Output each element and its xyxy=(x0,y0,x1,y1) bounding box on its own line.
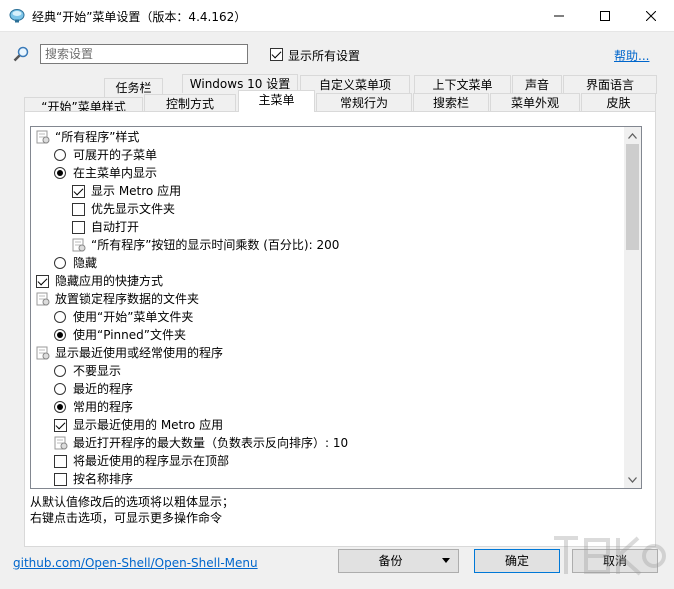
radio-button[interactable] xyxy=(54,311,66,323)
dropdown-arrow-icon[interactable] xyxy=(442,558,450,563)
tree-row-label: 最近打开程序的最大数量（负数表示反向排序）: 10 xyxy=(73,436,349,450)
tree-row-label: 不要显示 xyxy=(73,364,122,378)
tree-row-label: 隐藏 xyxy=(73,256,98,270)
tree-row-label: 可展开的子菜单 xyxy=(73,148,158,162)
settings-page-icon xyxy=(72,238,86,252)
tree-row-label: “所有程序”样式 xyxy=(55,130,140,144)
tab-tabs_row1-5[interactable]: 声音 xyxy=(512,75,562,94)
hint-bold-modified: 从默认值修改后的选项将以粗体显示； xyxy=(30,495,235,509)
radio-button[interactable] xyxy=(54,401,66,413)
tree-row-label: 显示 Metro 应用 xyxy=(91,184,182,198)
tab-tabs_row2-6[interactable]: 皮肤 xyxy=(581,93,656,112)
tab-tabs_row1-6[interactable]: 界面语言 xyxy=(563,75,657,94)
close-icon xyxy=(646,10,656,21)
close-button[interactable] xyxy=(628,0,674,31)
chevron-down-icon xyxy=(628,476,637,483)
vertical-scrollbar[interactable] xyxy=(624,127,641,488)
watermark-logo-icon xyxy=(554,536,666,576)
tree-row-label: 隐藏应用的快捷方式 xyxy=(55,274,164,288)
tab-tabs_row2-3[interactable]: 常规行为 xyxy=(316,93,412,112)
tree-row-label: 使用“Pinned”文件夹 xyxy=(73,328,186,342)
checkbox[interactable] xyxy=(54,473,67,486)
show-all-settings-label: 显示所有设置 xyxy=(288,49,361,63)
tab-tabs_row1-3[interactable]: 自定义菜单项 xyxy=(300,75,410,94)
tree-row-label: 在主菜单内显示 xyxy=(73,166,158,180)
title-bar: 经典“开始”菜单设置（版本：4.4.162） xyxy=(0,0,674,32)
tree-row-label: 最近的程序 xyxy=(73,382,134,396)
tab-tabs_row1-4[interactable]: 上下文菜单 xyxy=(414,75,511,94)
open-shell-app-icon xyxy=(9,9,25,23)
checkbox[interactable] xyxy=(54,419,67,432)
tree-row-label: 显示最近使用的 Metro 应用 xyxy=(73,418,224,432)
checkbox[interactable] xyxy=(54,455,67,468)
tree-row-label: 将最近使用的程序显示在顶部 xyxy=(73,454,230,468)
tree-row-label: 放置锁定程序数据的文件夹 xyxy=(55,292,200,306)
radio-button[interactable] xyxy=(54,149,66,161)
help-link[interactable]: 帮助... xyxy=(614,47,649,64)
settings-tree[interactable]: 按名称排序 将最近使用的程序显示在顶部 最近打开程序的最大数量（负数表示反向排序）:… xyxy=(30,126,642,489)
maximize-button[interactable] xyxy=(582,0,628,31)
settings-page-icon xyxy=(36,130,50,144)
chevron-up-icon xyxy=(628,132,637,139)
search-input[interactable] xyxy=(40,44,248,64)
settings-page-icon xyxy=(36,346,50,360)
tree-row-label: “所有程序”按钮的显示时间乘数 (百分比): 200 xyxy=(91,238,340,252)
tree-row-label: 优先显示文件夹 xyxy=(91,202,176,216)
maximize-icon xyxy=(600,10,610,21)
checkbox[interactable] xyxy=(72,221,85,234)
tree-row-label: 按名称排序 xyxy=(73,472,134,486)
checkbox[interactable] xyxy=(72,185,85,198)
radio-button[interactable] xyxy=(54,365,66,377)
radio-button[interactable] xyxy=(54,329,66,341)
tree-row-label: 自动打开 xyxy=(91,220,140,234)
backup-button[interactable]: 备份 xyxy=(338,549,459,573)
tree-row-label: 使用“开始”菜单文件夹 xyxy=(73,310,194,324)
radio-button[interactable] xyxy=(54,383,66,395)
hint-right-click: 右键点击选项，可显示更多操作命令 xyxy=(30,511,223,525)
backup-button-label: 备份 xyxy=(378,554,403,568)
show-all-settings-checkbox[interactable] xyxy=(270,48,283,61)
scroll-up-button[interactable] xyxy=(624,127,641,144)
checkbox[interactable] xyxy=(72,203,85,216)
radio-button[interactable] xyxy=(54,257,66,269)
window-title: 经典“开始”菜单设置（版本：4.4.162） xyxy=(32,10,247,24)
tab-tabs_row2-2[interactable]: 主菜单 xyxy=(238,90,315,112)
search-icon xyxy=(13,46,29,62)
tree-row-label: 显示最近使用或经常使用的程序 xyxy=(55,346,224,360)
tab-tabs_row2-5[interactable]: 菜单外观 xyxy=(490,93,580,112)
github-link[interactable]: github.com/Open-Shell/Open-Shell-Menu xyxy=(13,556,258,570)
tab-tabs_row2-4[interactable]: 搜索栏 xyxy=(413,93,489,112)
minimize-icon xyxy=(554,15,564,16)
minimize-button[interactable] xyxy=(536,0,582,31)
radio-button[interactable] xyxy=(54,167,66,179)
tree-row-label: 常用的程序 xyxy=(73,400,134,414)
settings-page-icon xyxy=(54,436,68,450)
checkbox[interactable] xyxy=(36,275,49,288)
settings-page-icon xyxy=(36,292,50,306)
scroll-thumb[interactable] xyxy=(626,144,639,250)
scroll-down-button[interactable] xyxy=(624,471,641,488)
